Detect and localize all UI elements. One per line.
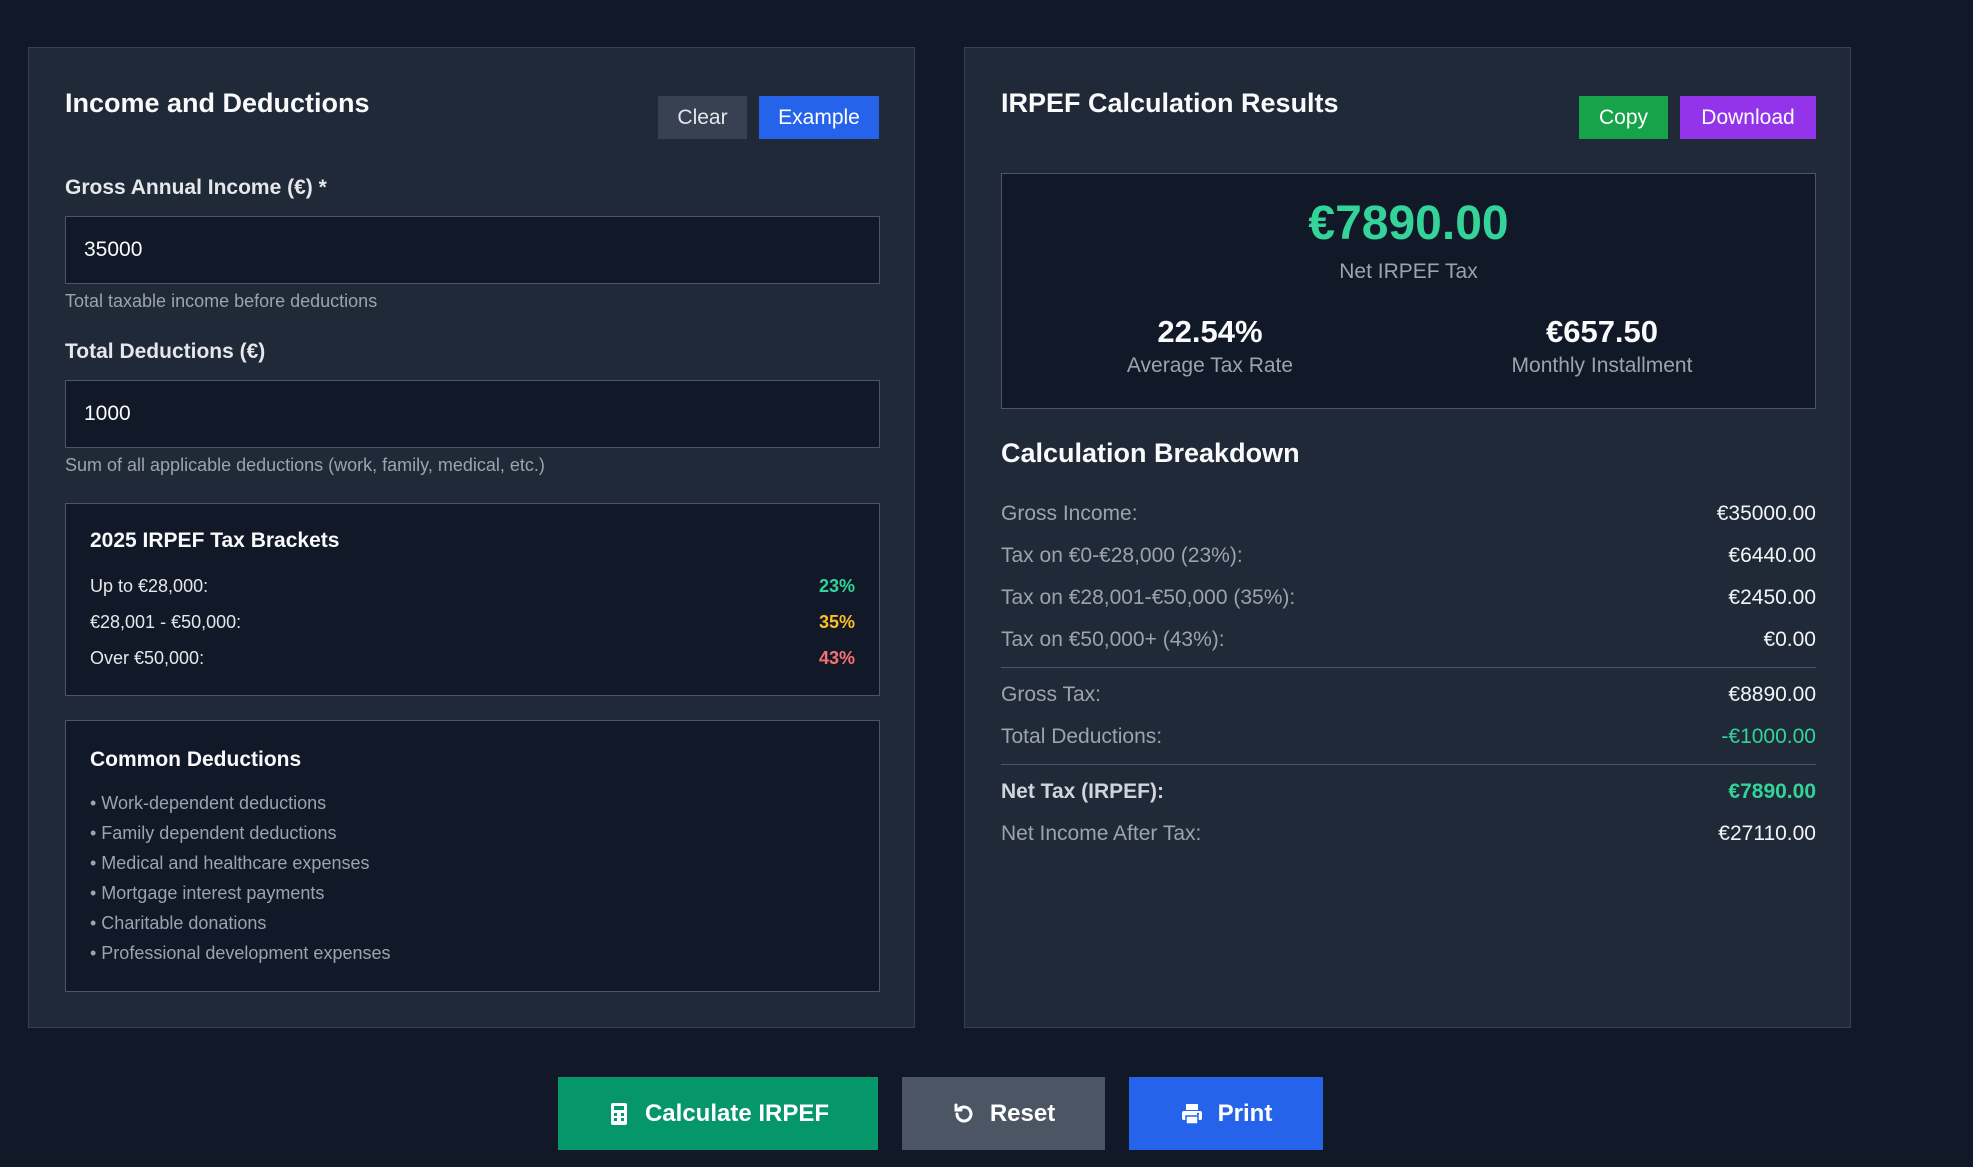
gross-income-input[interactable] [65,216,880,284]
calculate-irpef-button[interactable]: Calculate IRPEF [558,1077,878,1150]
breakdown-row: Gross Tax: €8890.00 [1001,683,1816,711]
gross-income-label: Gross Annual Income (€) * [65,176,327,199]
breakdown-value: €7890.00 [1728,780,1816,803]
bracket-rate: 43% [818,648,855,668]
net-tax-label: Net IRPEF Tax [1339,260,1478,283]
common-deductions-title: Common Deductions [90,748,302,771]
print-button[interactable]: Print [1129,1077,1323,1150]
common-deductions-box: Common Deductions • Work-dependent deduc… [65,720,880,992]
calculator-icon [610,1102,627,1125]
breakdown-row: Tax on €50,000+ (43%): €0.00 [1001,628,1816,656]
copy-button[interactable]: Copy [1579,96,1668,139]
bracket-label: Up to €28,000: [90,576,209,596]
breakdown-key: Net Income After Tax: [1001,822,1202,845]
tax-brackets-title: 2025 IRPEF Tax Brackets [90,529,340,552]
bracket-label: Over €50,000: [90,648,205,668]
reset-icon [954,1103,973,1122]
download-button[interactable]: Download [1680,96,1816,139]
panel-title: IRPEF Calculation Results [1001,88,1339,118]
tax-brackets-box: 2025 IRPEF Tax Brackets Up to €28,000: 2… [65,503,880,696]
printer-icon [1181,1103,1202,1125]
calculate-label: Calculate IRPEF [644,1099,830,1127]
average-rate-label: Average Tax Rate [1126,354,1294,377]
reset-label: Reset [989,1099,1056,1127]
bracket-row: Over €50,000: 43% [90,648,855,672]
breakdown-key: Tax on €0-€28,000 (23%): [1001,544,1243,567]
breakdown-key: Total Deductions: [1001,725,1163,748]
monthly-installment-stat: €657.50 Monthly Installment [1452,314,1752,378]
monthly-installment-value: €657.50 [1545,314,1659,349]
list-item: • Professional development expenses [90,943,391,963]
deductions-label: Total Deductions (€) [65,340,266,363]
divider [1001,764,1816,765]
monthly-installment-label: Monthly Installment [1511,354,1693,377]
list-item: • Medical and healthcare expenses [90,853,370,873]
breakdown-key: Tax on €50,000+ (43%): [1001,628,1225,651]
breakdown-value: €0.00 [1763,628,1816,651]
breakdown-title: Calculation Breakdown [1001,438,1300,468]
breakdown-key: Gross Tax: [1001,683,1101,706]
breakdown-key: Tax on €28,001-€50,000 (35%): [1001,586,1296,609]
average-rate-stat: 22.54% Average Tax Rate [1060,314,1360,378]
gross-income-hint: Total taxable income before deductions [65,291,378,311]
income-deductions-panel: Income and Deductions Clear Example Gros… [28,47,915,1028]
breakdown-value: €6440.00 [1728,544,1816,567]
bracket-row: €28,001 - €50,000: 35% [90,612,855,636]
deductions-input[interactable] [65,380,880,448]
list-item: • Charitable donations [90,913,267,933]
reset-button[interactable]: Reset [902,1077,1105,1150]
breakdown-value: €2450.00 [1728,586,1816,609]
average-rate-value: 22.54% [1157,314,1263,349]
list-item: • Mortgage interest payments [90,883,325,903]
breakdown-value: €27110.00 [1718,822,1816,845]
result-summary-box: €7890.00 Net IRPEF Tax 22.54% Average Ta… [1001,173,1816,409]
results-panel: IRPEF Calculation Results Copy Download … [964,47,1851,1028]
example-button[interactable]: Example [759,96,879,139]
deductions-hint: Sum of all applicable deductions (work, … [65,455,545,475]
divider [1001,667,1816,668]
list-item: • Family dependent deductions [90,823,337,843]
bracket-rate: 23% [818,576,855,596]
breakdown-row: Tax on €0-€28,000 (23%): €6440.00 [1001,544,1816,572]
bracket-label: €28,001 - €50,000: [90,612,242,632]
breakdown-key: Net Tax (IRPEF): [1001,780,1164,803]
breakdown-row: Net Income After Tax: €27110.00 [1001,822,1816,850]
list-item: • Work-dependent deductions [90,793,327,813]
breakdown-value: €8890.00 [1728,683,1816,706]
breakdown-row: Gross Income: €35000.00 [1001,502,1816,530]
clear-button[interactable]: Clear [658,96,747,139]
bracket-row: Up to €28,000: 23% [90,576,855,600]
breakdown-row: Tax on €28,001-€50,000 (35%): €2450.00 [1001,586,1816,614]
breakdown-value: -€1000.00 [1721,725,1816,748]
breakdown-value: €35000.00 [1716,502,1816,525]
breakdown-row: Net Tax (IRPEF): €7890.00 [1001,780,1816,808]
panel-title: Income and Deductions [65,88,370,118]
breakdown-key: Gross Income: [1001,502,1138,525]
net-tax-value: €7890.00 [1308,197,1509,250]
print-label: Print [1217,1099,1273,1127]
bracket-rate: 35% [818,612,855,632]
breakdown-row: Total Deductions: -€1000.00 [1001,725,1816,753]
